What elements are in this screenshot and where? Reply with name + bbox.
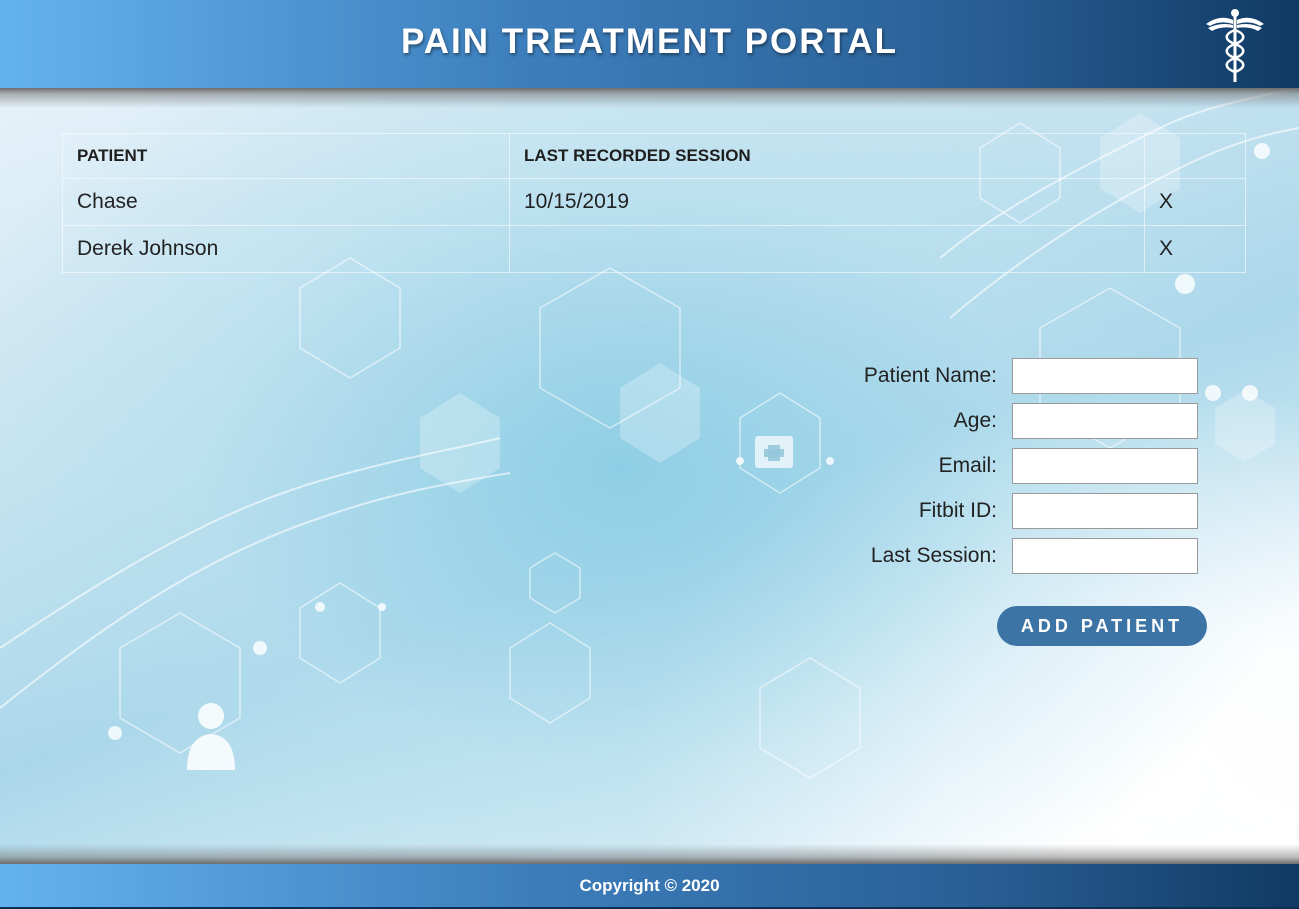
email-label: Email: bbox=[938, 454, 997, 477]
age-input[interactable] bbox=[1012, 403, 1198, 439]
caduceus-icon bbox=[1206, 9, 1264, 82]
email-row: Email: bbox=[820, 448, 1200, 486]
header-shadow bbox=[0, 88, 1299, 108]
patient-name-cell[interactable]: Chase bbox=[62, 178, 510, 226]
table-row: Derek Johnson X bbox=[62, 225, 1246, 273]
age-label: Age: bbox=[953, 409, 997, 432]
patient-name-label: Patient Name: bbox=[863, 364, 997, 387]
delete-patient-button[interactable]: X bbox=[1144, 178, 1246, 226]
fitbit-id-label: Fitbit ID: bbox=[918, 499, 997, 522]
fitbit-id-input[interactable] bbox=[1012, 493, 1198, 529]
last-session-column-header: LAST RECORDED SESSION bbox=[509, 133, 1145, 179]
actions-column-header bbox=[1144, 133, 1246, 179]
last-session-cell bbox=[509, 225, 1145, 273]
patient-column-header: PATIENT bbox=[62, 133, 510, 179]
last-session-input[interactable] bbox=[1012, 538, 1198, 574]
app-footer: Copyright © 2020 bbox=[0, 864, 1299, 909]
copyright-text: Copyright © 2020 bbox=[579, 876, 720, 895]
last-session-label: Last Session: bbox=[870, 544, 997, 567]
patient-name-cell[interactable]: Derek Johnson bbox=[62, 225, 510, 273]
page-title: PAIN TREATMENT PORTAL bbox=[401, 22, 898, 61]
patient-name-input[interactable] bbox=[1012, 358, 1198, 394]
table-row: Chase 10/15/2019 X bbox=[62, 178, 1246, 226]
last-session-row: Last Session: bbox=[820, 538, 1200, 576]
last-session-cell: 10/15/2019 bbox=[509, 178, 1145, 226]
delete-patient-button[interactable]: X bbox=[1144, 225, 1246, 273]
email-input[interactable] bbox=[1012, 448, 1198, 484]
add-patient-button[interactable]: ADD PATIENT bbox=[997, 606, 1207, 646]
table-header-row: PATIENT LAST RECORDED SESSION bbox=[62, 133, 1246, 179]
footer-shadow bbox=[0, 844, 1299, 864]
fitbit-row: Fitbit ID: bbox=[820, 493, 1200, 531]
first-aid-icon bbox=[755, 436, 793, 468]
person-icon bbox=[187, 703, 235, 770]
patient-name-row: Patient Name: bbox=[820, 358, 1200, 396]
patients-table: PATIENT LAST RECORDED SESSION Chase 10/1… bbox=[62, 133, 1246, 273]
app-header: PAIN TREATMENT PORTAL bbox=[0, 0, 1299, 88]
age-row: Age: bbox=[820, 403, 1200, 441]
